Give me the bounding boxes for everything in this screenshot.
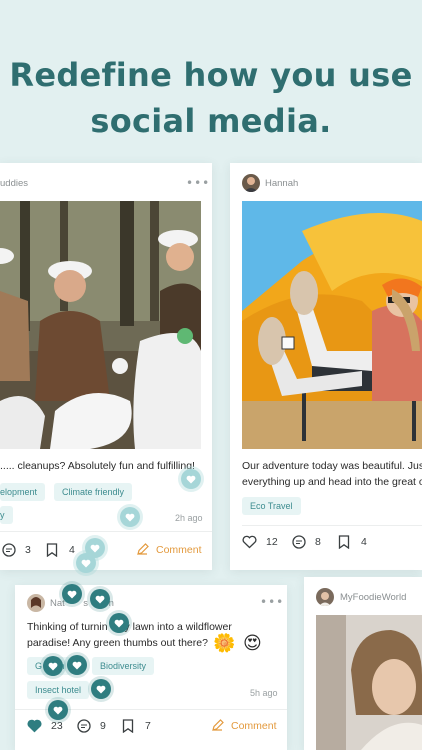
cleanup-photo (0, 201, 201, 449)
floating-heart-icon (43, 656, 63, 676)
post-photo[interactable] (242, 201, 422, 449)
like-button[interactable]: 12 (242, 535, 278, 549)
heart-filled-icon (27, 719, 42, 733)
comment-label: Comment (231, 719, 277, 732)
like-button[interactable]: 23 (27, 719, 63, 733)
save-count: 4 (69, 544, 75, 556)
tag-climate-friendly[interactable]: Climate friendly (54, 483, 133, 501)
heart-eyes-emoji: 😍 (243, 633, 262, 653)
divider (0, 531, 212, 532)
tag-insect-hotel[interactable]: Insect hotel (27, 681, 90, 699)
floating-heart-icon (48, 700, 68, 720)
portrait-photo (316, 615, 422, 750)
avatar[interactable] (242, 174, 260, 192)
more-icon[interactable]: ••• (260, 596, 284, 608)
floating-heart-icon (90, 589, 110, 609)
bookmark-icon (338, 535, 350, 549)
bookmark-icon (46, 543, 58, 557)
tag-eco-travel[interactable]: Eco Travel (242, 497, 301, 515)
pencil-icon (212, 719, 224, 731)
save-count-button[interactable]: 4 (46, 543, 75, 557)
flower-emoji: 🌼 (213, 633, 236, 653)
tag-truncated[interactable]: y (0, 506, 13, 524)
post-caption-line-1: Thinking of turnin ly lawn into a wildfl… (27, 621, 232, 633)
more-icon[interactable]: ••• (186, 177, 210, 189)
divider (242, 525, 422, 526)
save-count: 4 (361, 536, 367, 548)
headline-line-1: Redefine how you use (9, 56, 413, 94)
comment-count: 8 (315, 536, 321, 548)
avatar[interactable] (316, 588, 334, 606)
comment-count: 3 (25, 544, 31, 556)
comment-button[interactable]: Comment (211, 719, 277, 732)
post-username[interactable]: uddies (0, 178, 28, 189)
floating-heart-icon (62, 584, 82, 604)
floating-heart-icon (120, 507, 140, 527)
post-caption-line-2: everything up and head into the great o (242, 476, 422, 488)
save-count-button[interactable]: 4 (338, 535, 367, 549)
post-caption-line-2: paradise! Any green thumbs out there? (27, 637, 208, 649)
headline-line-2: social media. (90, 102, 332, 140)
post-card-cleanup: uddies ••• ..... cleanups? Absolutely fu… (0, 163, 212, 570)
comment-count-button[interactable]: 8 (292, 535, 321, 549)
post-username[interactable]: MyFoodieWorld (340, 592, 406, 603)
camping-photo (242, 201, 422, 449)
post-photo[interactable] (0, 201, 201, 449)
post-card-hannah: Hannah Our adventure today was beautiful… (230, 163, 422, 570)
comment-count: 9 (100, 720, 106, 732)
save-count: 7 (145, 720, 151, 732)
bookmark-icon (122, 719, 134, 733)
floating-heart-icon (109, 613, 129, 633)
floating-heart-icon (67, 655, 87, 675)
comment-button[interactable]: Comment (136, 543, 202, 556)
comment-count-button[interactable]: 9 (77, 719, 106, 733)
floating-heart-icon (76, 553, 96, 573)
post-card-foodie: MyFoodieWorld (304, 577, 422, 750)
like-count: 12 (266, 536, 278, 548)
post-photo[interactable] (316, 615, 422, 750)
comment-icon (292, 535, 306, 549)
post-time: 2h ago (175, 513, 203, 523)
post-caption: ..... cleanups? Absolutely fun and fulfi… (0, 460, 195, 472)
comment-count-button[interactable]: 3 (2, 543, 31, 557)
comment-icon (77, 719, 91, 733)
post-time: 5h ago (250, 688, 278, 698)
like-count: 23 (51, 720, 63, 732)
comment-icon (2, 543, 16, 557)
post-username[interactable]: Hannah (265, 178, 298, 189)
tag-development[interactable]: elopment (0, 483, 46, 501)
tag-biodiversity[interactable]: Biodiversity (92, 657, 155, 675)
heart-icon (242, 535, 257, 549)
floating-heart-icon (91, 679, 111, 699)
floating-heart-icon (181, 469, 201, 489)
comment-label: Comment (156, 543, 202, 556)
save-count-button[interactable]: 7 (122, 719, 151, 733)
post-caption-line-1: Our adventure today was beautiful. Jus (242, 460, 422, 472)
avatar[interactable] (27, 594, 45, 612)
headline: Redefine how you use social media. (0, 52, 422, 144)
pencil-icon (137, 543, 149, 555)
